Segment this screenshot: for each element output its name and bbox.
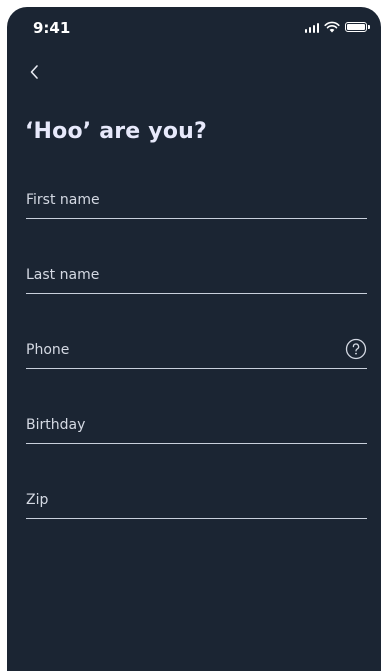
battery-icon bbox=[345, 22, 370, 32]
phone-field bbox=[26, 333, 367, 369]
page-title: ‘Hoo’ are you? bbox=[25, 119, 207, 144]
zip-input[interactable] bbox=[26, 483, 367, 517]
phone-input[interactable] bbox=[26, 333, 367, 367]
last-name-field bbox=[26, 258, 367, 294]
birthday-input[interactable] bbox=[26, 408, 367, 442]
status-bar: 9:41 bbox=[7, 7, 381, 47]
app-screen: 9:41 ‘Hoo’ are you? bbox=[7, 7, 381, 671]
wifi-icon bbox=[324, 21, 340, 33]
first-name-input[interactable] bbox=[26, 183, 367, 217]
status-time: 9:41 bbox=[33, 19, 71, 37]
zip-field bbox=[26, 483, 367, 519]
birthday-field bbox=[26, 408, 367, 444]
first-name-field bbox=[26, 183, 367, 219]
back-button[interactable] bbox=[23, 61, 45, 83]
chevron-left-icon bbox=[30, 65, 38, 79]
status-icons bbox=[304, 21, 370, 33]
signal-icon bbox=[304, 22, 319, 33]
question-circle-icon[interactable] bbox=[345, 338, 367, 360]
last-name-input[interactable] bbox=[26, 258, 367, 292]
